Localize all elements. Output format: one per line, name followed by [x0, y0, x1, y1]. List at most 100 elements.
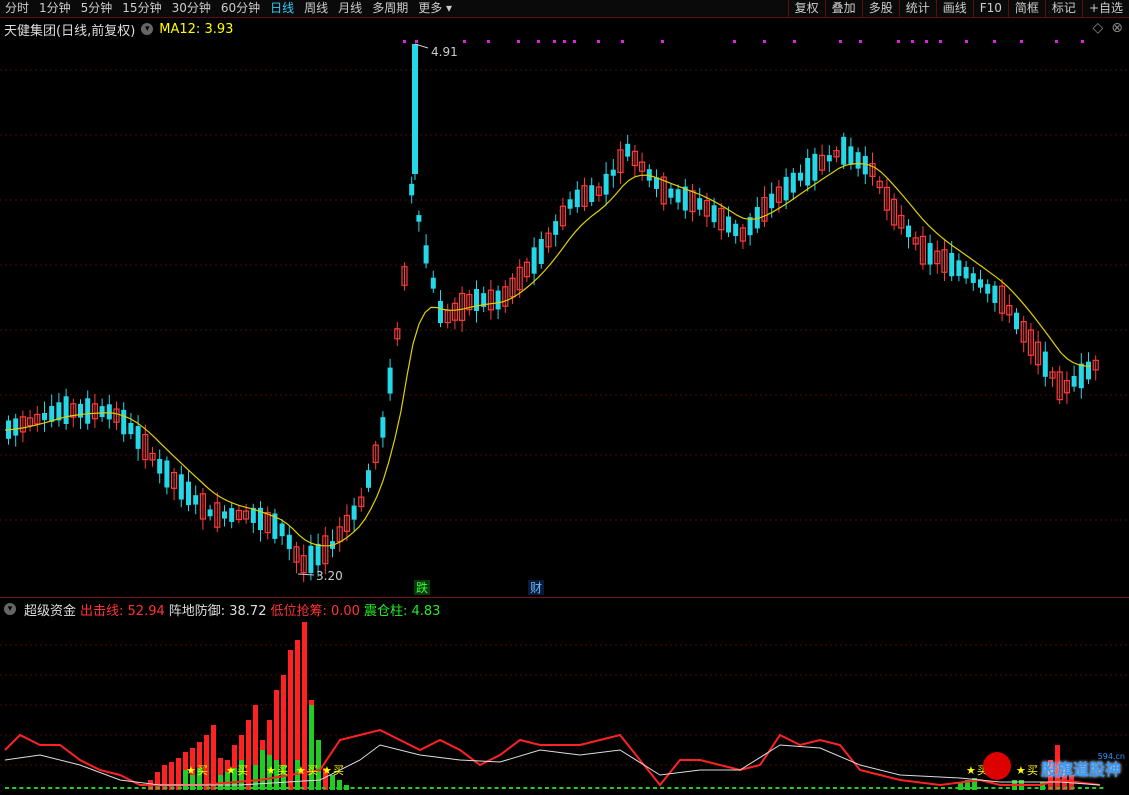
indicator-base-tick — [480, 787, 485, 789]
indicator-base-tick — [674, 787, 679, 789]
indicator-base-tick — [33, 787, 38, 789]
indicator-base-tick — [998, 787, 1003, 789]
candlestick — [336, 516, 343, 552]
candlestick — [668, 183, 674, 205]
indicator-base-tick — [1041, 787, 1046, 789]
marker-dot — [897, 40, 900, 43]
indicator-base-tick — [1027, 787, 1032, 789]
indicator-base-tick — [379, 787, 384, 789]
indicator-base-tick — [933, 787, 938, 789]
indicator-base-tick — [1063, 787, 1068, 789]
indicator-base-tick — [242, 787, 247, 789]
indicator-base-tick — [573, 787, 578, 789]
indicator-base-tick — [717, 787, 722, 789]
candle-body — [416, 215, 422, 222]
candlestick — [1034, 330, 1042, 375]
candlestick — [876, 176, 883, 195]
candle-body — [610, 169, 616, 176]
marker-dot — [463, 40, 466, 43]
indicator-base-tick — [645, 787, 650, 789]
indicator-base-tick — [537, 787, 542, 789]
candlestick — [56, 392, 62, 427]
indicator-base-tick — [5, 787, 9, 789]
ma12-line — [4, 162, 1092, 547]
candle-body — [49, 406, 55, 422]
indicator-base-tick — [249, 787, 254, 789]
candlestick — [805, 149, 811, 192]
candlestick — [27, 409, 34, 432]
indicator-base-tick — [775, 787, 780, 789]
indicator-base-tick — [84, 787, 89, 789]
candle-body — [423, 245, 429, 264]
indicator-base-tick — [581, 787, 585, 789]
indicator-base-tick — [365, 787, 369, 789]
marker-dot — [563, 40, 566, 43]
candlestick — [193, 485, 199, 515]
indicator-base-tick — [854, 787, 859, 789]
indicator-base-tick — [559, 787, 564, 789]
candlestick — [574, 181, 580, 213]
indicator-name: 超级资金 — [24, 603, 77, 619]
candle-body — [970, 273, 976, 283]
grid-lines — [0, 69, 1129, 766]
candle-body — [412, 44, 418, 174]
candle-body — [164, 460, 170, 488]
candlestick — [70, 398, 77, 428]
indicator-base-tick — [768, 787, 773, 789]
marker-dot — [1081, 40, 1084, 43]
collapse-icon[interactable]: ▾ — [4, 603, 16, 615]
candle-body — [769, 193, 775, 209]
candlestick — [898, 205, 905, 235]
marker-dot — [621, 40, 624, 43]
indicator-base-tick — [638, 787, 643, 789]
indicator-red-bar — [162, 765, 167, 790]
candlestick — [603, 162, 609, 206]
high-annotation: 4.91 — [414, 43, 458, 59]
candlestick — [610, 158, 616, 188]
indicator-base-tick — [321, 787, 326, 789]
candle-body — [430, 277, 436, 289]
candlestick — [91, 393, 99, 428]
candlestick — [545, 227, 552, 253]
candle-body — [128, 422, 134, 435]
candlestick — [761, 186, 768, 227]
candle-body — [193, 495, 199, 505]
candle-body — [992, 285, 998, 303]
indicator-base-tick — [523, 787, 528, 789]
indicator-base-tick — [890, 787, 895, 789]
buy-label: 买 — [197, 764, 208, 777]
candlestick — [531, 237, 537, 286]
candle-body — [848, 146, 854, 165]
indicator-base-tick — [897, 787, 902, 789]
candle-body — [351, 505, 357, 520]
candlestick — [934, 240, 941, 274]
indicator-base-tick — [696, 787, 701, 789]
candlestick — [906, 219, 911, 249]
indicator-base-tick — [199, 787, 204, 789]
candlestick — [106, 394, 112, 429]
candlestick — [351, 497, 357, 532]
indicator-base-tick — [833, 787, 837, 789]
candlestick — [264, 506, 271, 540]
candle-body — [1042, 351, 1048, 377]
indicator-base-tick — [732, 787, 737, 789]
indicator-base-tick — [300, 787, 305, 789]
indicator-base-tick — [1049, 787, 1053, 789]
indicator-base-tick — [357, 787, 362, 789]
candlestick — [113, 401, 120, 431]
indicator-base-tick — [494, 787, 499, 789]
buy-label: 买 — [307, 764, 318, 777]
candlestick — [394, 322, 401, 347]
buy-label: 买 — [333, 764, 344, 777]
candle-body — [675, 189, 681, 203]
candlestick — [538, 231, 544, 269]
indicator-base-tick — [725, 787, 729, 789]
candle-body — [1014, 312, 1019, 330]
candlestick — [718, 202, 725, 240]
candle-body — [538, 238, 544, 265]
indicator-base-tick — [170, 787, 175, 789]
indicator-base-tick — [26, 787, 31, 789]
candle-body — [985, 284, 991, 294]
indicator-base-tick — [840, 787, 845, 789]
indicator-base-tick — [141, 787, 146, 789]
